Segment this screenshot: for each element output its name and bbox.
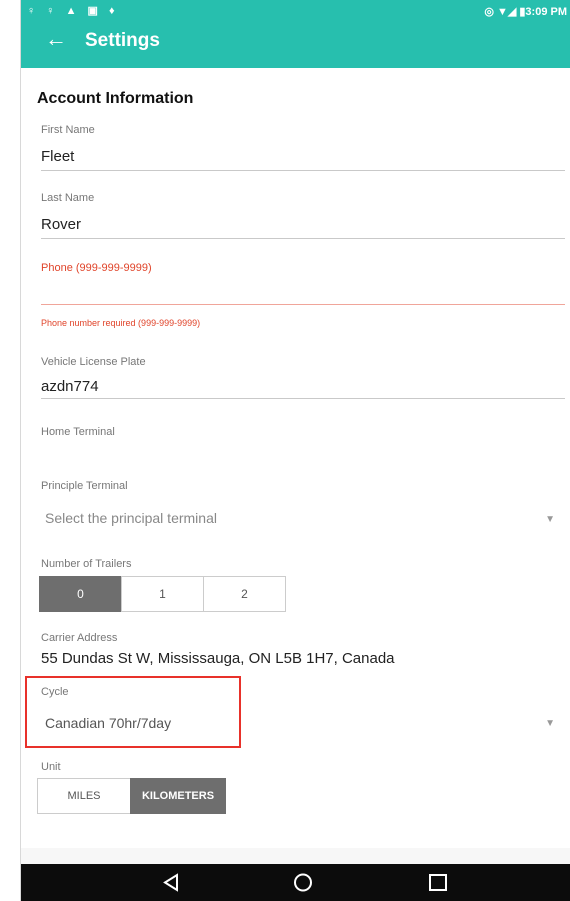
- carrier-address-label: Carrier Address: [41, 632, 118, 644]
- app-bar: ← Settings: [21, 22, 570, 68]
- settings-form: Account Information First Name Fleet Las…: [21, 68, 570, 848]
- principle-terminal-chevron-down-icon[interactable]: ▼: [545, 514, 555, 525]
- nav-recents-icon[interactable]: [418, 864, 458, 901]
- nav-back-icon[interactable]: [151, 864, 191, 901]
- status-right: ◎ ▼◢ ▮3:09 PM: [484, 6, 567, 18]
- phone-label: Phone (999-999-9999): [41, 262, 152, 274]
- device-screen: ♀ ♀ ▲ ▣ ♦ ◎ ▼◢ ▮3:09 PM ← Settings Accou…: [20, 0, 570, 901]
- license-plate-underline: [41, 398, 565, 399]
- android-nav-bar: [21, 864, 570, 901]
- license-plate-field[interactable]: azdn774: [41, 378, 99, 395]
- phone-underline: [41, 304, 565, 305]
- trailers-option-2[interactable]: 2: [203, 576, 286, 612]
- carrier-address-value: 55 Dundas St W, Mississauga, ON L5B 1H7,…: [41, 650, 395, 667]
- section-title: Account Information: [37, 90, 194, 107]
- trailers-option-0[interactable]: 0: [39, 576, 122, 612]
- back-arrow-icon[interactable]: ←: [45, 26, 67, 52]
- nav-home-icon[interactable]: [283, 864, 323, 901]
- status-icons: ♀ ♀ ▲ ▣ ♦: [27, 5, 119, 17]
- cycle-chevron-down-icon[interactable]: ▼: [545, 718, 555, 729]
- principle-terminal-label: Principle Terminal: [41, 480, 128, 492]
- first-name-label: First Name: [41, 124, 95, 136]
- unit-label: Unit: [41, 761, 61, 773]
- trailers-option-1[interactable]: 1: [121, 576, 204, 612]
- last-name-field[interactable]: Rover: [41, 216, 81, 233]
- cycle-select[interactable]: Canadian 70hr/7day: [45, 715, 171, 731]
- last-name-label: Last Name: [41, 192, 95, 204]
- status-bar: ♀ ♀ ▲ ▣ ♦ ◎ ▼◢ ▮3:09 PM: [21, 0, 570, 22]
- first-name-field[interactable]: Fleet: [41, 148, 74, 165]
- trailers-label: Number of Trailers: [41, 558, 132, 570]
- home-terminal-label[interactable]: Home Terminal: [41, 426, 115, 438]
- last-name-underline: [41, 238, 565, 239]
- principle-terminal-select[interactable]: Select the principal terminal: [45, 510, 217, 526]
- first-name-underline: [41, 170, 565, 171]
- phone-field[interactable]: [41, 282, 565, 302]
- cycle-label: Cycle: [41, 686, 69, 698]
- phone-error-text: Phone number required (999-999-9999): [41, 318, 201, 328]
- page-title: Settings: [85, 30, 160, 51]
- unit-option-kilometers[interactable]: KILOMETERS: [130, 778, 226, 814]
- license-plate-label: Vehicle License Plate: [41, 356, 146, 368]
- unit-option-miles[interactable]: MILES: [37, 778, 131, 814]
